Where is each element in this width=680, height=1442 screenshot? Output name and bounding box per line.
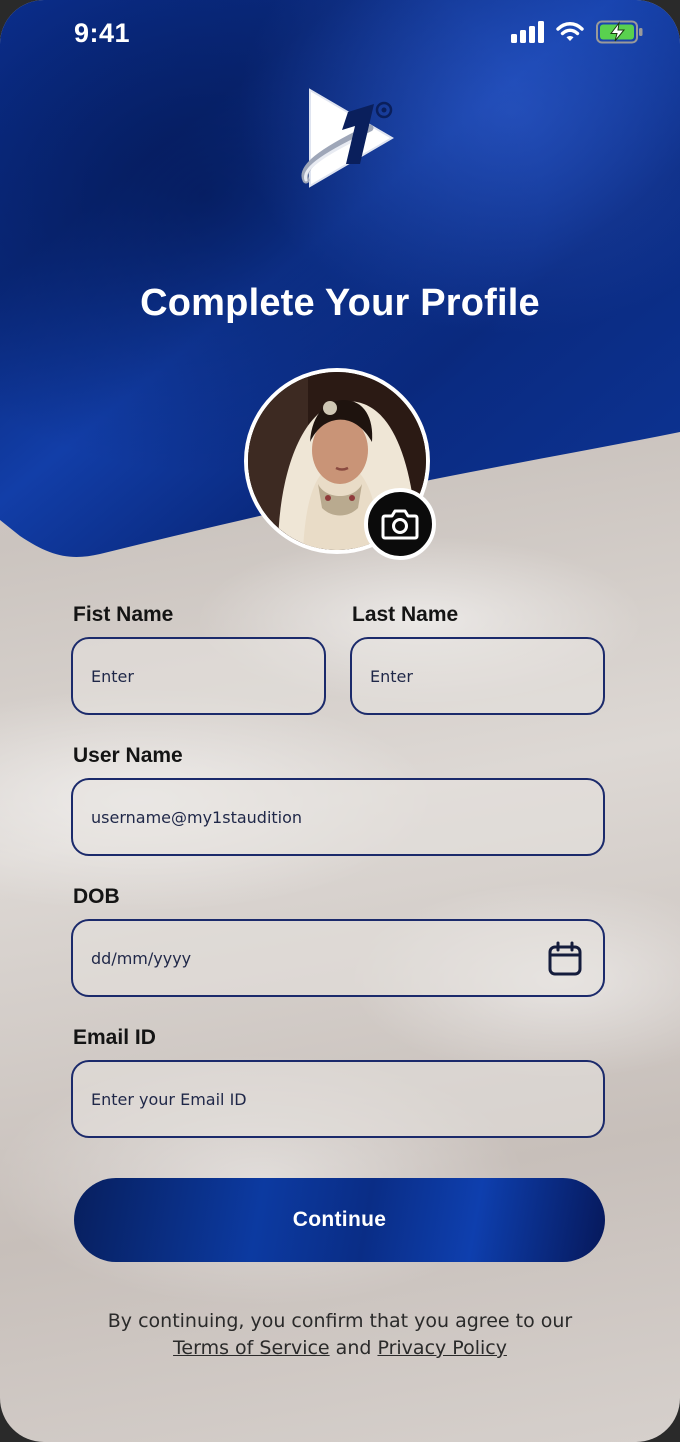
app-logo bbox=[301, 88, 394, 188]
last-name-field[interactable] bbox=[350, 637, 605, 715]
status-bar: 9:41 bbox=[0, 0, 680, 70]
legal-notice: By continuing, you confirm that you agre… bbox=[40, 1308, 640, 1362]
first-name-label: Fist Name bbox=[73, 603, 174, 626]
cellular-signal-icon bbox=[511, 21, 544, 43]
privacy-policy-link[interactable]: Privacy Policy bbox=[377, 1337, 506, 1359]
status-icons bbox=[511, 20, 644, 44]
continue-button[interactable]: Continue bbox=[74, 1178, 605, 1262]
username-label: User Name bbox=[73, 744, 183, 767]
email-field[interactable] bbox=[71, 1060, 605, 1138]
first-name-input[interactable] bbox=[91, 666, 306, 686]
username-input[interactable] bbox=[91, 807, 585, 827]
wifi-icon bbox=[556, 22, 584, 41]
email-input[interactable] bbox=[91, 1089, 585, 1109]
camera-icon bbox=[381, 509, 419, 540]
dob-input[interactable] bbox=[91, 948, 585, 968]
terms-of-service-link[interactable]: Terms of Service bbox=[173, 1337, 330, 1359]
change-photo-button[interactable] bbox=[364, 488, 436, 560]
legal-and: and bbox=[335, 1337, 372, 1359]
last-name-input[interactable] bbox=[370, 666, 585, 686]
last-name-label: Last Name bbox=[352, 603, 459, 626]
legal-prefix: By continuing, you confirm that you agre… bbox=[107, 1310, 573, 1332]
dob-label: DOB bbox=[73, 885, 120, 908]
battery-charging-icon bbox=[596, 20, 643, 44]
calendar-icon[interactable] bbox=[547, 941, 583, 977]
page-title: Complete Your Profile bbox=[140, 282, 540, 324]
email-label: Email ID bbox=[73, 1026, 156, 1049]
profile-screen: 9:41 Complete Your Profile Fist Name Ent… bbox=[0, 0, 680, 1442]
dob-field[interactable] bbox=[71, 919, 605, 997]
username-field[interactable] bbox=[71, 778, 605, 856]
first-name-field[interactable] bbox=[71, 637, 326, 715]
status-time: 9:41 bbox=[74, 18, 131, 48]
